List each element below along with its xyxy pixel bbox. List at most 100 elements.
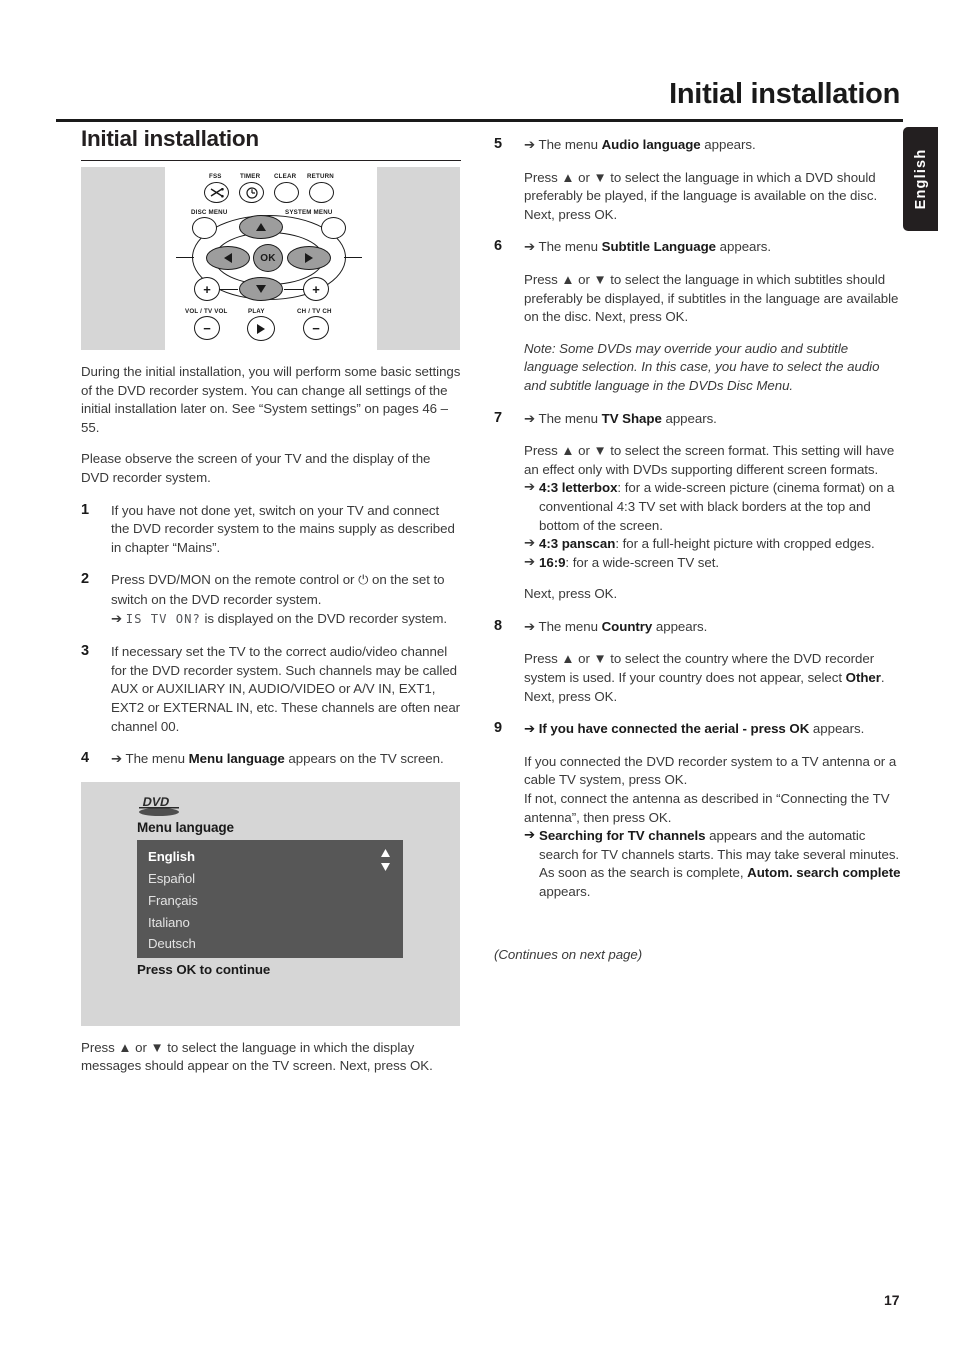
step-4-post: appears on the TV screen. — [284, 751, 444, 767]
volume-up-button[interactable]: + — [194, 277, 220, 302]
step-8-other-option: Other — [845, 670, 881, 686]
step-6-lead-pre: The menu — [538, 239, 602, 255]
step-5-arrow: ➔ — [524, 138, 536, 153]
step-6-menu-name: Subtitle Language — [601, 239, 717, 255]
timer-button[interactable] — [239, 182, 264, 204]
step-5: 5 ➔ The menu Audio language appears. Pre… — [494, 136, 904, 224]
step-8-menu-name: Country — [601, 618, 653, 634]
left-arrow-button[interactable] — [206, 246, 250, 271]
minus-sign-vol: − — [203, 320, 211, 336]
return-button[interactable] — [309, 182, 334, 204]
tv-language-listbox[interactable]: English Español Français Italiano Deutsc… — [137, 839, 403, 958]
option-1-arrow: ➔ — [524, 480, 536, 496]
volume-down-button[interactable]: − — [194, 316, 220, 341]
right-arrow-button[interactable] — [287, 246, 331, 271]
step-3: 3 If necessary set the TV to the correct… — [81, 643, 461, 736]
timer-label: TIMER — [240, 173, 261, 181]
step-7-body: Press ▲ or ▼ to select the screen format… — [524, 443, 895, 477]
disc-menu-button[interactable] — [192, 217, 217, 240]
result-tail: appears. — [539, 884, 591, 899]
triangle-play-icon — [257, 323, 265, 334]
step-9: 9 ➔ If you have connected the aerial - p… — [494, 720, 904, 901]
step-6-lead: ➔ The menu Subtitle Language appears. — [524, 238, 904, 258]
fss-button[interactable] — [204, 182, 229, 204]
option-3-name: 16:9 — [539, 554, 566, 570]
step-6-body: Press ▲ or ▼ to select the language in w… — [524, 271, 899, 325]
tv-list-item-english[interactable]: English — [148, 849, 195, 864]
option-2-name: 4:3 panscan — [539, 536, 616, 552]
system-menu-button[interactable] — [321, 217, 346, 240]
step-4: 4 ➔ The menu Menu language appears on th… — [81, 750, 461, 770]
step-2-line2: is displayed on the DVD recorder system. — [200, 610, 448, 626]
tv-list-item-francais[interactable]: Français — [148, 893, 198, 908]
channel-up-button[interactable]: + — [303, 277, 329, 302]
side-tab-label: English — [912, 148, 929, 210]
step-8-arrow: ➔ — [524, 619, 536, 635]
step-9-prompt: If you have connected the aerial - press… — [538, 721, 810, 737]
step-2-number: 2 — [81, 571, 90, 588]
clear-button[interactable] — [274, 182, 299, 204]
step-7-tail: Next, press OK. — [524, 586, 618, 602]
page-title: Initial installation — [81, 126, 259, 151]
ok-button[interactable]: OK — [253, 244, 283, 273]
step-7-menu-name: TV Shape — [601, 410, 662, 426]
step-8-body-pre: Press ▲ or ▼ to select the country where… — [524, 651, 875, 686]
step-6-arrow: ➔ — [524, 240, 536, 256]
step-5-menu-name: Audio language — [601, 137, 701, 152]
step-8-lead: ➔ The menu Country appears. — [524, 618, 904, 638]
step-4-number: 4 — [81, 750, 90, 767]
left-closing-paragraph: Press ▲ or ▼ to select the language in w… — [81, 1039, 433, 1074]
step-5-lead: ➔ The menu Audio language appears. — [524, 136, 904, 156]
system-menu-label: SYSTEM MENU — [285, 209, 333, 217]
disc-menu-label: DISC MENU — [191, 209, 228, 217]
step-6-number: 6 — [494, 238, 503, 255]
down-arrow-button[interactable] — [239, 277, 283, 302]
right-column: 5 ➔ The menu Audio language appears. Pre… — [494, 136, 904, 964]
step-3-number: 3 — [81, 643, 90, 660]
step-8: 8 ➔ The menu Country appears. Press ▲ or… — [494, 618, 904, 706]
step-6-lead-post: appears. — [716, 239, 772, 255]
tv-list-item-deutsch[interactable]: Deutsch — [148, 936, 196, 951]
power-icon: ⏻ — [358, 573, 369, 589]
clear-label: CLEAR — [274, 173, 297, 181]
step-5-lead-post: appears. — [700, 137, 756, 152]
vol-label: VOL / TV VOL — [185, 308, 228, 316]
tv-menu-title: Menu language — [137, 819, 234, 835]
step-5-lead-pre: The menu — [538, 137, 602, 152]
step-9-body: If you connected the DVD recorder system… — [524, 753, 897, 825]
step-5-number: 5 — [494, 136, 503, 152]
step-2-text: Press DVD/MON on the remote control or ⏻… — [111, 571, 461, 629]
option-3-arrow: ➔ — [524, 554, 536, 570]
step-6: 6 ➔ The menu Subtitle Language appears. … — [494, 238, 904, 395]
tv-list-item-espanol[interactable]: Español — [148, 871, 195, 886]
search-complete-status: Autom. search complete — [747, 865, 901, 881]
triangle-right-icon — [305, 253, 313, 264]
language-side-tab: English — [903, 127, 938, 231]
remote-control-figure: FSS TIMER CLEAR RETURN DISC MENU SYSTEM … — [81, 167, 460, 351]
step-8-lead-post: appears. — [652, 618, 708, 634]
step-9-lead: ➔ If you have connected the aerial - pre… — [524, 720, 904, 740]
option-3-text: : for a wide-screen TV set. — [565, 554, 720, 570]
scroll-updown-icon[interactable] — [380, 848, 391, 871]
triangle-down-icon — [256, 285, 266, 294]
channel-down-button[interactable]: − — [303, 316, 329, 341]
step-7-lead: ➔ The menu TV Shape appears. — [524, 410, 904, 430]
scissors-icon — [210, 187, 224, 198]
triangle-up-icon — [256, 223, 266, 232]
step-4-text: ➔ The menu Menu language appears on the … — [111, 750, 461, 770]
step-8-number: 8 — [494, 617, 503, 634]
play-button[interactable] — [247, 316, 275, 342]
fss-label: FSS — [209, 173, 222, 181]
result-arrow: ➔ — [524, 828, 536, 844]
step-2-arrow: ➔ — [111, 611, 123, 627]
up-arrow-button[interactable] — [239, 215, 283, 240]
step-9-lead-post: appears. — [809, 721, 865, 737]
searching-status: Searching for TV channels — [539, 828, 706, 844]
tv-list-item-italiano[interactable]: Italiano — [148, 915, 190, 930]
dvd-logo-icon: DVD — [139, 795, 179, 816]
tv-screen-figure: DVD Menu language English Español França… — [81, 781, 460, 1026]
tv-shape-option-panscan: ➔ 4:3 panscan: for a full-height picture … — [524, 535, 904, 554]
step-5-body: Press ▲ or ▼ to select the language in w… — [524, 169, 878, 222]
option-2-text: : for a full-height picture with cropped… — [615, 536, 875, 552]
header-rule — [56, 119, 903, 122]
